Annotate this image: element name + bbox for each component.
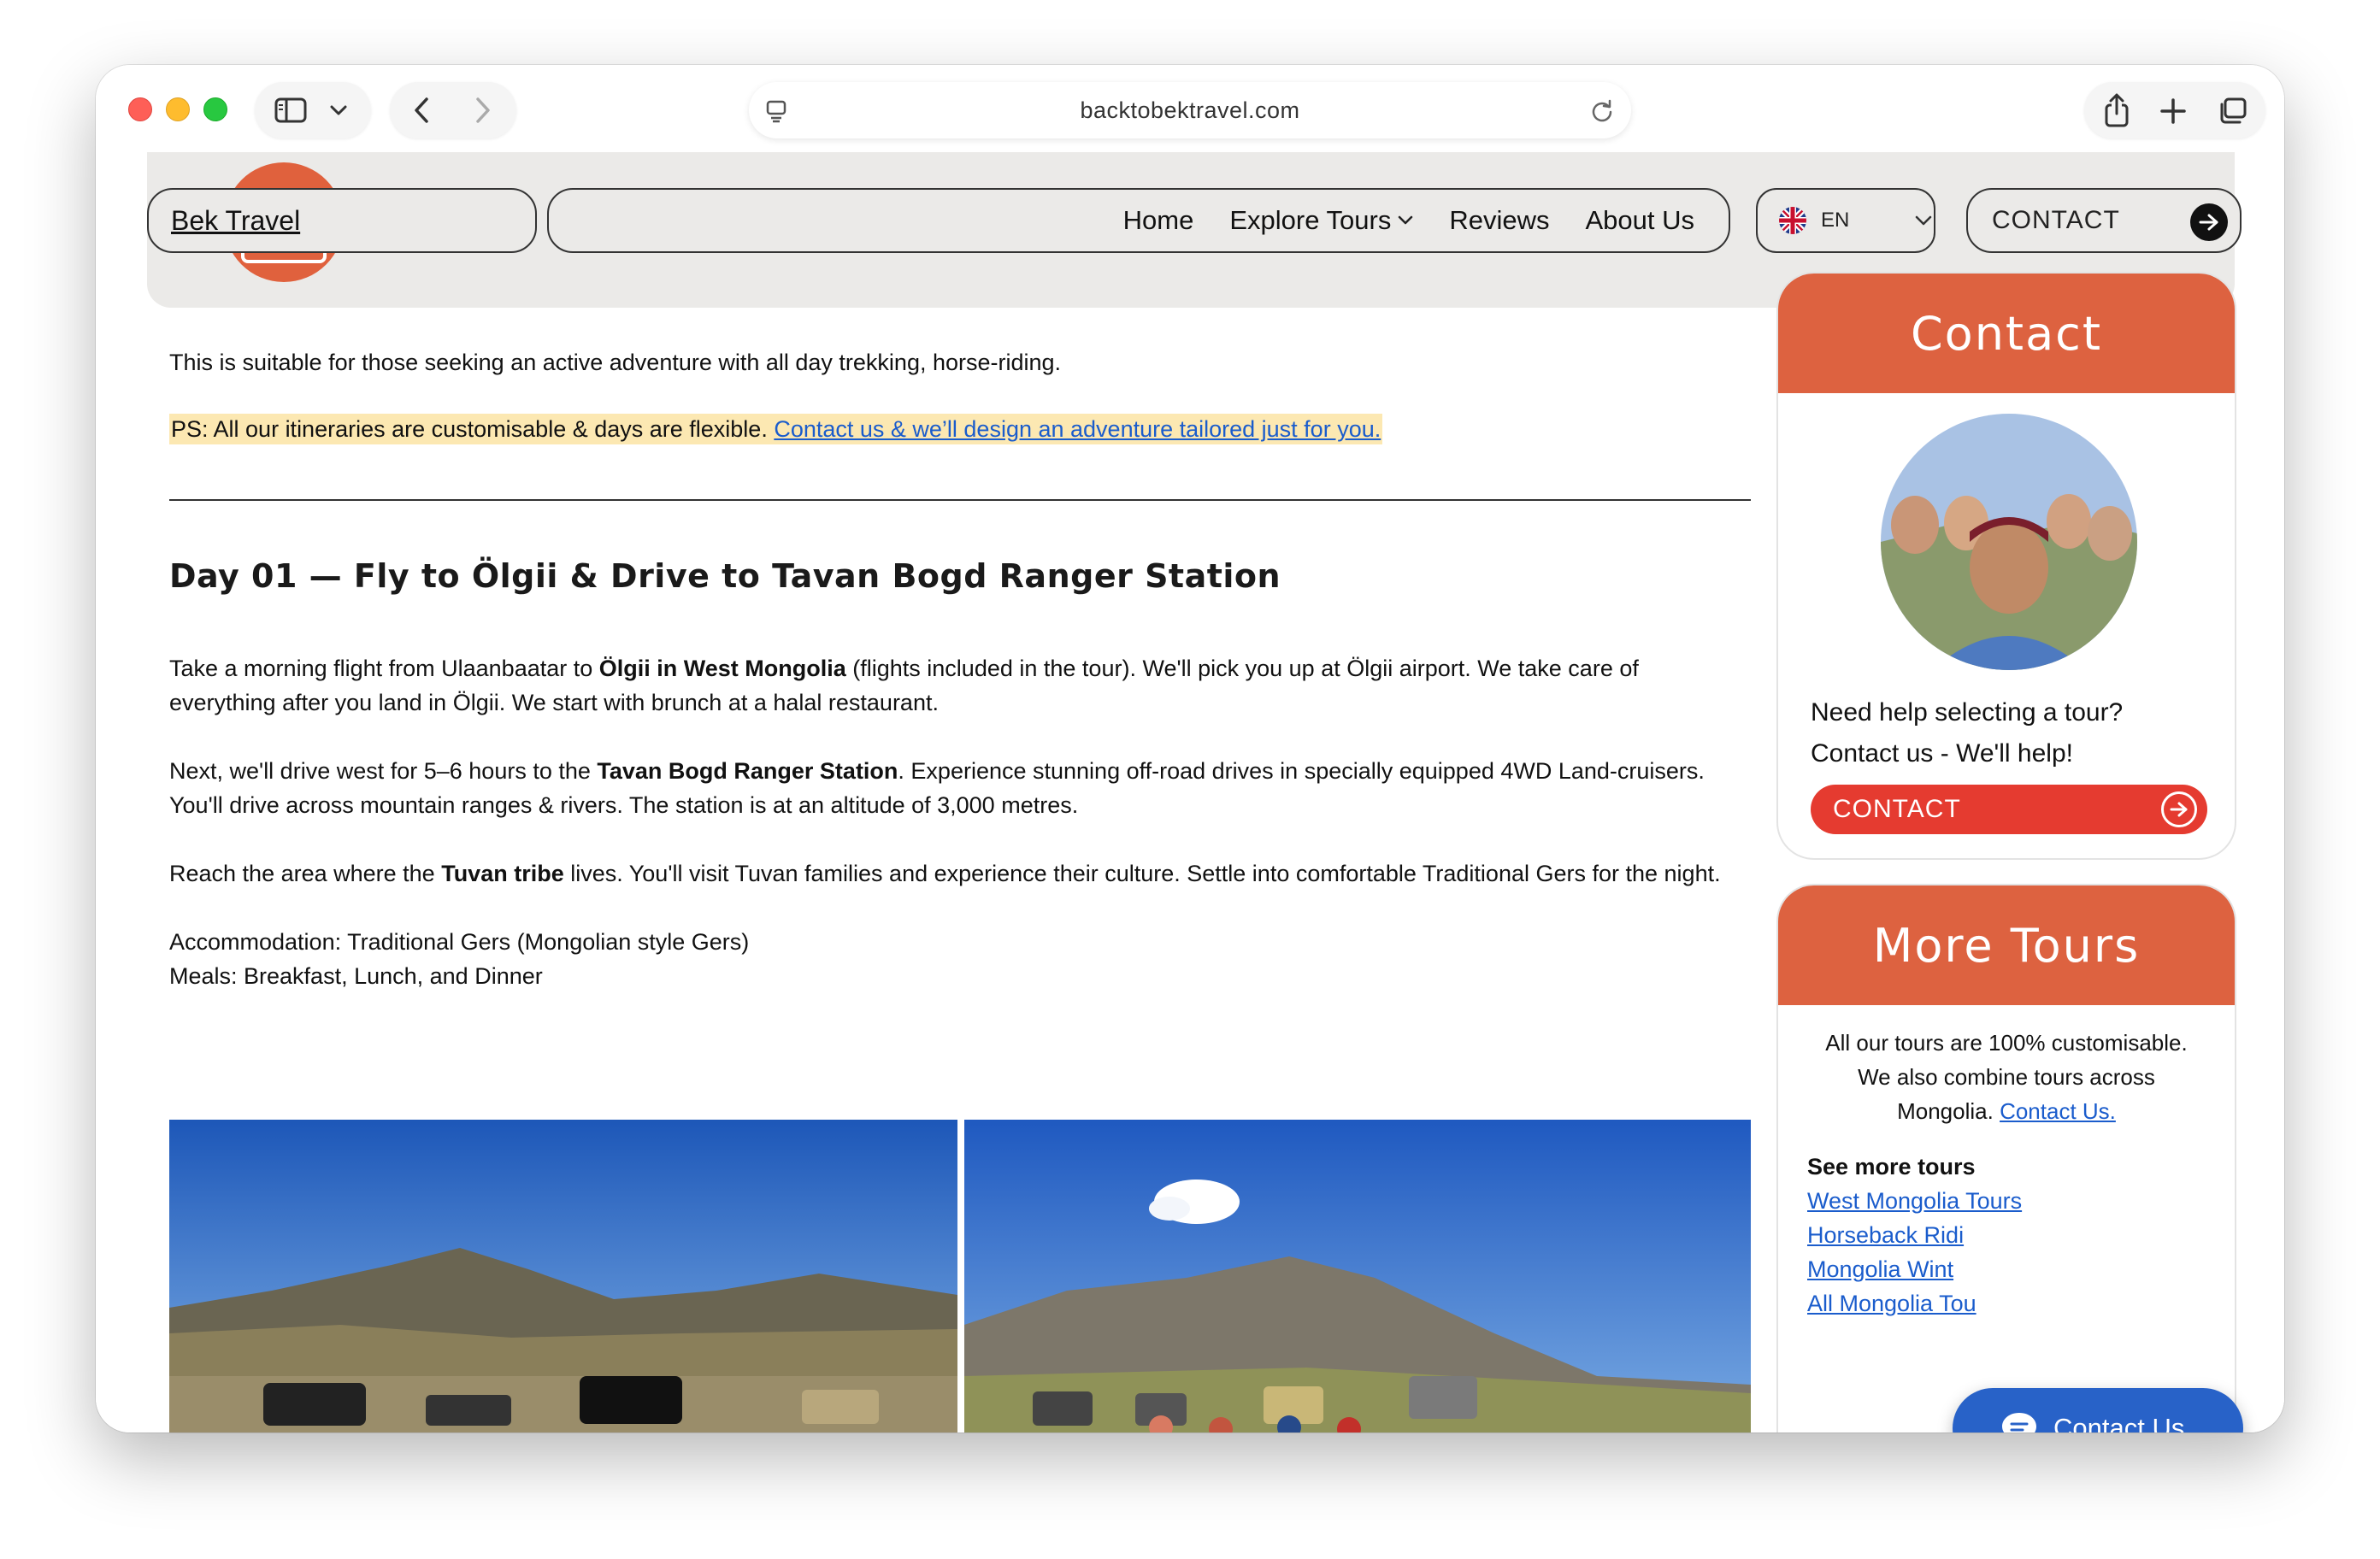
brand-link-pill[interactable]: Bek Travel	[147, 188, 537, 253]
nav-about-us[interactable]: About Us	[1585, 205, 1694, 236]
back-icon[interactable]	[407, 96, 436, 125]
reload-icon[interactable]	[1588, 97, 1616, 125]
day-paragraph-1: Take a morning flight from Ulaanbaatar t…	[169, 656, 1639, 715]
share-icon[interactable]	[2100, 92, 2134, 128]
section-divider	[169, 499, 1751, 501]
uk-flag-icon	[1779, 207, 1806, 234]
ps-contact-link[interactable]: Contact us & we’ll design an adventure t…	[774, 416, 1381, 442]
sidebar-contact-label: CONTACT	[1833, 795, 1961, 823]
nav-reviews[interactable]: Reviews	[1449, 205, 1549, 236]
language-code: EN	[1821, 209, 1850, 232]
more-tours-title: More Tours	[1778, 885, 2235, 1005]
accommodation-text: Accommodation: Traditional Gers (Mongoli…	[169, 929, 750, 955]
web-page: Bek Travel Home Explore Tours Reviews Ab…	[96, 152, 2284, 1433]
photo-landcruisers-valley[interactable]	[169, 1120, 957, 1433]
brand-link[interactable]: Bek Travel	[171, 205, 300, 237]
link-west-mongolia-tours[interactable]: West Mongolia Tours	[1807, 1188, 2022, 1215]
chat-contact-us-button[interactable]: Contact Us	[1953, 1388, 2243, 1433]
sidebar-toggle-group[interactable]	[255, 82, 371, 138]
see-more-heading: See more tours	[1807, 1154, 1976, 1180]
arrow-right-icon	[2161, 791, 2197, 827]
link-horseback-riding[interactable]: Horseback Ridi	[1807, 1222, 1964, 1249]
header-contact-label: CONTACT	[1992, 206, 2120, 234]
more-tours-card: More Tours All our tours are 100% custom…	[1776, 884, 2236, 1433]
accommodation-meals: Accommodation: Traditional Gers (Mongoli…	[169, 925, 749, 993]
guide-avatar	[1881, 414, 2137, 670]
header-contact-button[interactable]: CONTACT	[1966, 188, 2242, 253]
toolbar-actions	[2084, 82, 2265, 138]
close-window-button[interactable]	[128, 97, 152, 121]
contact-card: Contact Need help selecting a tour? Cont…	[1776, 272, 2236, 860]
nav-home[interactable]: Home	[1123, 205, 1194, 236]
ps-text: PS: All our itineraries are customisable…	[171, 416, 775, 442]
sidebar-contact-button[interactable]: CONTACT	[1811, 785, 2207, 834]
minimize-window-button[interactable]	[166, 97, 190, 121]
browser-window: backtobektravel.com Bek Travel Home Expl…	[96, 65, 2284, 1433]
day-paragraph-3: Reach the area where the Tuvan tribe liv…	[169, 861, 1721, 886]
link-mongolia-winter[interactable]: Mongolia Wint	[1807, 1256, 1953, 1283]
meals-text: Meals: Breakfast, Lunch, and Dinner	[169, 963, 543, 989]
photo-group-picnic[interactable]	[964, 1120, 1751, 1433]
history-nav-group	[390, 82, 516, 138]
browser-toolbar: backtobektravel.com	[96, 65, 2284, 152]
zoom-window-button[interactable]	[203, 97, 227, 121]
more-tours-body: All our tours are 100% customisable. We …	[1778, 1005, 2235, 1316]
tab-overview-icon[interactable]	[2216, 96, 2248, 126]
language-selector[interactable]: EN	[1756, 188, 1935, 253]
tours-contact-link[interactable]: Contact Us.	[2000, 1098, 2116, 1124]
arrow-right-icon	[2190, 203, 2228, 241]
chevron-down-icon	[1916, 215, 1932, 226]
chat-label: Contact Us	[2053, 1413, 2185, 1433]
day-paragraph-2: Next, we'll drive west for 5–6 hours to …	[169, 758, 1705, 818]
address-bar[interactable]: backtobektravel.com	[749, 82, 1631, 138]
main-nav: Home Explore Tours Reviews About Us	[547, 188, 1730, 253]
new-tab-icon[interactable]	[2158, 96, 2189, 126]
chat-bubble-icon	[2002, 1413, 2036, 1433]
link-all-mongolia-tours[interactable]: All Mongolia Tou	[1807, 1291, 1976, 1317]
nav-explore-tours[interactable]: Explore Tours	[1229, 205, 1413, 236]
day-title: Day 01 — Fly to Ölgii & Drive to Tavan B…	[169, 557, 1281, 595]
help-text: Need help selecting a tour? Contact us -…	[1811, 698, 2124, 768]
sidebar-icon[interactable]	[274, 97, 308, 124]
forward-icon[interactable]	[468, 96, 498, 125]
chevron-down-icon[interactable]	[327, 101, 351, 120]
url-text[interactable]: backtobektravel.com	[749, 82, 1631, 138]
contact-card-title: Contact	[1778, 274, 2235, 393]
chevron-down-icon	[1399, 215, 1413, 225]
intro-text: This is suitable for those seeking an ac…	[169, 350, 1062, 375]
ps-note: PS: All our itineraries are customisable…	[169, 414, 1383, 444]
more-tours-description: All our tours are 100% customisable. We …	[1825, 1030, 2188, 1124]
